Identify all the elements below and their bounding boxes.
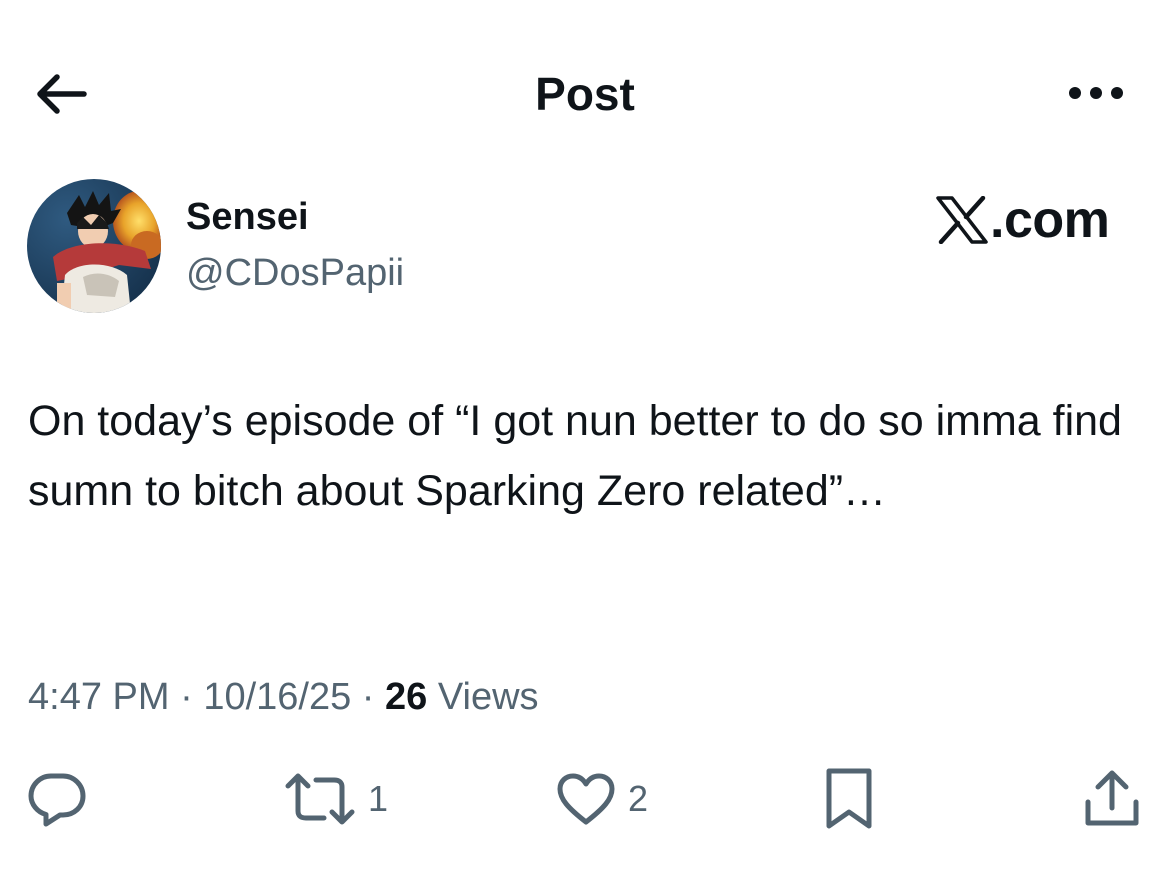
avatar-image [27,179,161,313]
retweet-icon [285,773,355,825]
bookmark-button[interactable] [822,764,876,834]
reply-icon [28,773,86,827]
like-count: 2 [628,778,649,819]
views-count: 26 [385,676,428,718]
watermark-text: .com [990,191,1110,249]
meta-separator: · [169,676,204,718]
heart-icon [557,773,615,825]
retweet-count: 1 [368,778,389,819]
post-date[interactable]: 10/16/25 [203,676,351,718]
bookmark-icon [826,768,872,829]
more-options-button[interactable] [1056,68,1136,118]
more-horizontal-icon [1069,87,1123,99]
author-handle[interactable]: @CDosPapii [186,249,404,297]
x-logo-icon [936,196,988,244]
retweet-button[interactable]: 1 [284,764,388,834]
x-com-watermark: .com [936,188,1126,252]
like-button[interactable]: 2 [556,764,648,834]
post-time[interactable]: 4:47 PM [28,676,170,718]
meta-separator: · [351,676,386,718]
share-icon [1085,770,1139,826]
avatar[interactable] [27,179,161,313]
post-text: On today’s episode of “I got nun better … [28,397,1122,515]
share-button[interactable] [1082,764,1142,834]
page-title: Post [535,68,635,120]
reply-button[interactable] [26,764,88,834]
views-label: Views [427,676,539,718]
author-name[interactable]: Sensei [186,193,309,241]
post-meta: 4:47 PM · 10/16/25 · 26 Views [28,672,539,722]
